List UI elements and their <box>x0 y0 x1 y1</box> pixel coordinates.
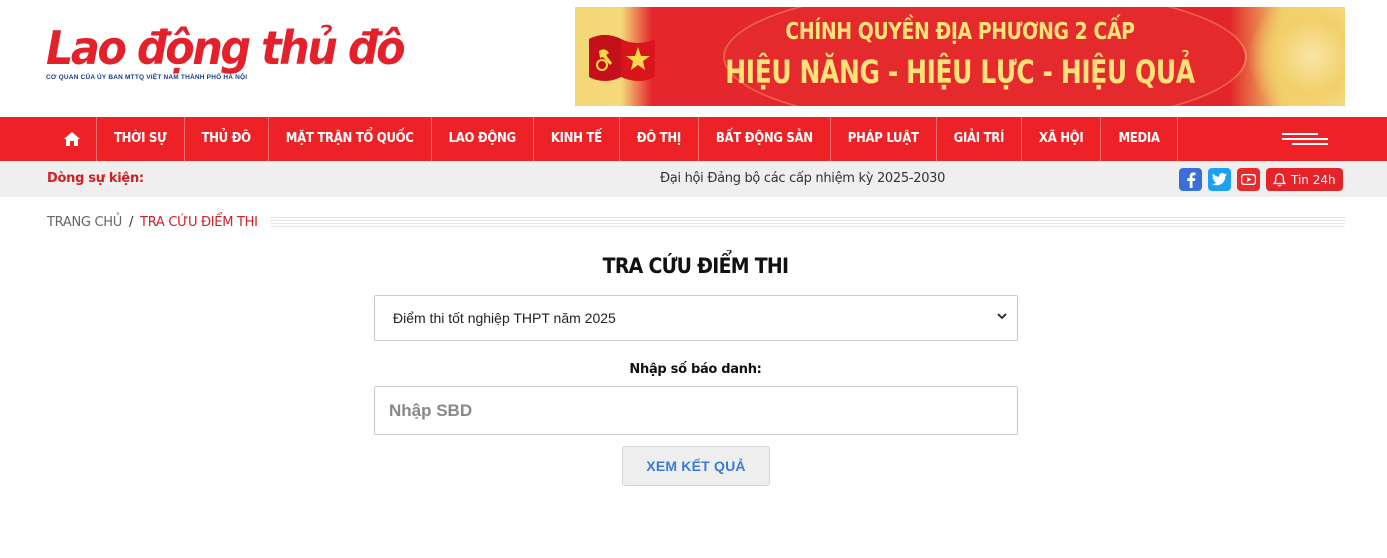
nav-item-media[interactable]: MEDIA <box>1101 117 1178 161</box>
banner-line-1: CHÍNH QUYỀN ĐỊA PHƯƠNG 2 CẤP <box>785 19 1135 45</box>
events-label: Dòng sự kiện: <box>47 171 144 186</box>
nav-item-phap-luat[interactable]: PHÁP LUẬT <box>831 117 937 161</box>
banner-line-2: HIỆU NĂNG - HIỆU LỰC - HIỆU QUẢ <box>725 53 1195 91</box>
nav-item-do-thi[interactable]: ĐÔ THỊ <box>620 117 699 161</box>
nav-item-thu-do[interactable]: THỦ ĐÔ <box>185 117 269 161</box>
facebook-icon[interactable] <box>1179 168 1202 191</box>
main-nav: THỜI SỰ THỦ ĐÔ MẶT TRẬN TỔ QUỐC LAO ĐỘNG… <box>0 117 1387 161</box>
sbd-label: Nhập số báo danh: <box>629 362 762 377</box>
tin-24h-button[interactable]: Tin 24h <box>1266 168 1343 191</box>
sbd-input[interactable] <box>374 386 1018 435</box>
nav-item-lao-dong[interactable]: LAO ĐỘNG <box>432 117 534 161</box>
logo-text: Lao động thủ đô <box>46 21 406 76</box>
nav-item-giai-tri[interactable]: GIẢI TRÍ <box>937 117 1023 161</box>
nav-item-mat-tran-to-quoc[interactable]: MẶT TRẬN TỔ QUỐC <box>269 117 432 161</box>
tin-24h-label: Tin 24h <box>1291 172 1336 187</box>
ticker-item[interactable]: Đại hội Đảng bộ các cấp nhiệm kỳ 2025-20… <box>660 171 945 186</box>
breadcrumb: TRANG CHỦ / TRA CỨU ĐIỂM THI <box>47 212 1345 232</box>
events-ticker: Đại hội Đảng bộ các cấp nhiệm kỳ 2025-20… <box>630 161 964 197</box>
nav-item-bat-dong-san[interactable]: BẤT ĐỘNG SẢN <box>699 117 831 161</box>
nav-item-xa-hoi[interactable]: XÃ HỘI <box>1022 117 1102 161</box>
bell-icon <box>1273 172 1286 187</box>
campaign-banner[interactable]: CHÍNH QUYỀN ĐỊA PHƯƠNG 2 CẤP HIỆU NĂNG -… <box>575 7 1345 106</box>
site-logo[interactable]: Lao động thủ đô CƠ QUAN CỦA ỦY BAN MTTQ … <box>46 24 446 86</box>
exam-select-value: Điểm thi tốt nghiệp THPT năm 2025 <box>393 310 616 326</box>
twitter-icon[interactable] <box>1208 168 1231 191</box>
nav-home[interactable] <box>47 117 97 161</box>
breadcrumb-home[interactable]: TRANG CHỦ <box>47 215 122 230</box>
events-bar: Dòng sự kiện: Đại hội Đảng bộ các cấp nh… <box>0 161 1387 197</box>
nav-item-kinh-te[interactable]: KINH TẾ <box>534 117 620 161</box>
youtube-icon[interactable] <box>1237 168 1260 191</box>
breadcrumb-divider <box>269 217 1345 227</box>
page-title: TRA CỨU ĐIỂM THI <box>602 254 789 278</box>
view-result-button[interactable]: XEM KẾT QUẢ <box>622 446 770 486</box>
hamburger-menu-icon[interactable] <box>1282 133 1328 147</box>
exam-select[interactable]: Điểm thi tốt nghiệp THPT năm 2025 <box>374 295 1018 341</box>
nav-item-thoi-su[interactable]: THỜI SỰ <box>97 117 185 161</box>
home-icon <box>63 132 80 146</box>
breadcrumb-separator: / <box>128 214 134 230</box>
social-links: Tin 24h <box>1179 168 1343 191</box>
site-header: Lao động thủ đô CƠ QUAN CỦA ỦY BAN MTTQ … <box>0 0 1387 117</box>
breadcrumb-current[interactable]: TRA CỨU ĐIỂM THI <box>140 215 258 230</box>
nav-items: THỜI SỰ THỦ ĐÔ MẶT TRẬN TỔ QUỐC LAO ĐỘNG… <box>47 117 1178 161</box>
chevron-down-icon <box>997 313 1007 320</box>
